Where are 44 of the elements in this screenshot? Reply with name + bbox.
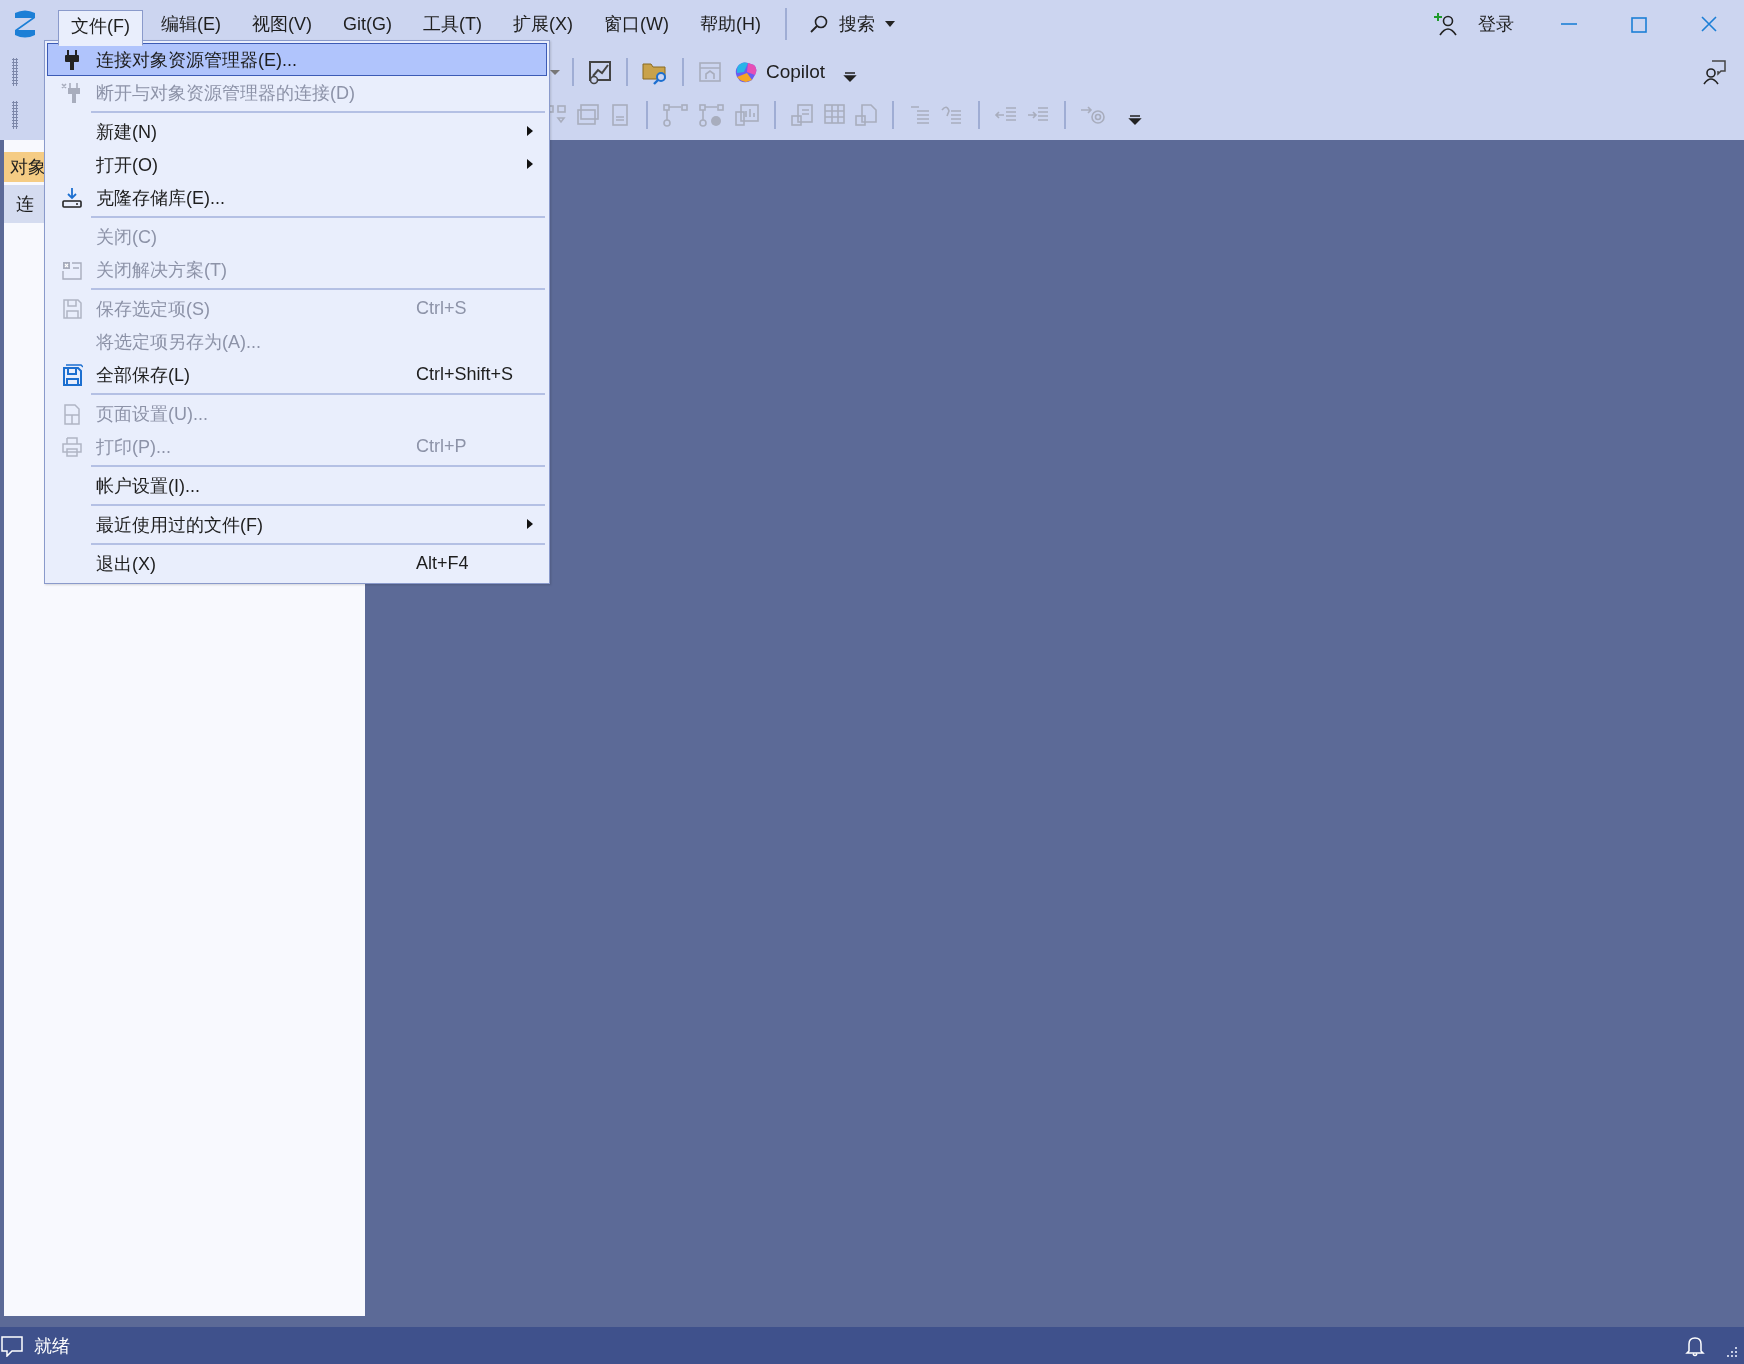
menu-bar-item[interactable]: 工具(T) [410, 8, 495, 40]
menu-bar-item[interactable]: 窗口(W) [590, 8, 682, 40]
search-icon [808, 14, 829, 34]
menu-item[interactable]: 全部保存(L) Ctrl+Shift+S [47, 358, 547, 391]
download-icon [61, 186, 83, 209]
menu-item[interactable]: 帐户设置(I)... [47, 469, 547, 502]
toolbar-grip[interactable] [12, 101, 18, 129]
menu-item[interactable]: 新建(N) [47, 115, 547, 148]
branch-arrows-icon[interactable] [661, 102, 691, 128]
toolbar-overflow-icon[interactable] [1128, 114, 1142, 126]
app-logo-icon [12, 9, 38, 39]
resize-grip-icon[interactable] [1726, 1345, 1738, 1358]
menu-item[interactable]: 克隆存储库(E)... [47, 181, 547, 214]
menu-item[interactable]: 最近使用过的文件(F) [47, 508, 547, 541]
binary-file-icon[interactable] [853, 102, 879, 128]
page-layout-icon [61, 402, 83, 425]
bell-icon[interactable] [1684, 1334, 1706, 1357]
sign-in-button[interactable]: 登录 [1434, 12, 1514, 36]
menu-bar-item[interactable]: 帮助(H) [686, 8, 774, 40]
caret-icon [884, 21, 895, 27]
menu-bar-item[interactable]: Git(G) [330, 8, 405, 40]
copilot-button[interactable]: Copilot [734, 59, 826, 84]
add-user-icon [1434, 12, 1458, 36]
printer-icon [61, 435, 83, 458]
menu-item[interactable]: 退出(X) Alt+F4 [47, 547, 547, 580]
activity-monitor-icon[interactable] [587, 58, 613, 85]
toolbar-grip[interactable] [12, 57, 18, 86]
disconnect-plug-icon [61, 81, 83, 104]
status-text: 就绪 [34, 1334, 70, 1358]
floppy-disk-icon [61, 363, 83, 386]
menu-bar-item[interactable]: 编辑(E) [148, 8, 234, 40]
dropdown-caret-icon[interactable] [548, 67, 562, 76]
branch-check-icon[interactable] [697, 102, 727, 128]
search-button[interactable]: 搜索 [808, 12, 895, 36]
feedback-user-icon[interactable] [1700, 57, 1728, 86]
menu-item[interactable]: 连接对象资源管理器(E)... [47, 43, 547, 76]
toolbar-overflow-icon[interactable] [843, 70, 858, 83]
message-icon[interactable] [0, 1334, 24, 1357]
bar-chart-icon[interactable] [733, 102, 761, 128]
menu-bar-item[interactable]: 文件(F) [58, 10, 143, 46]
menu-bar-item[interactable]: 视图(V) [239, 8, 325, 40]
binary-document-icon[interactable] [789, 102, 815, 128]
menu-bar-item[interactable]: 扩展(X) [499, 8, 586, 40]
stacked-windows-icon[interactable] [575, 102, 601, 128]
